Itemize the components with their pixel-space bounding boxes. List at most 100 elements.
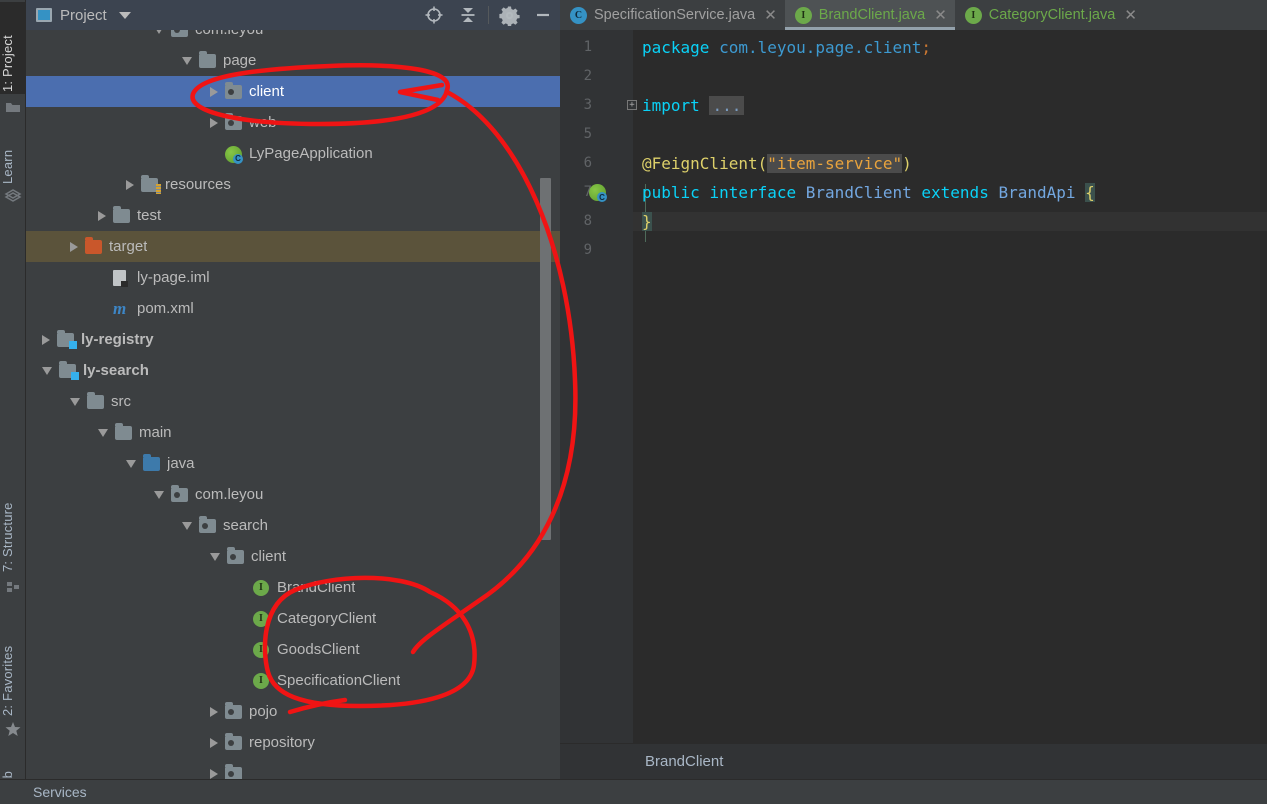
module-icon — [57, 329, 77, 349]
code-editor[interactable]: 1 2 3 5 6 7 8 9 + package com.leyou.page… — [560, 30, 1267, 743]
gear-icon[interactable] — [492, 0, 526, 30]
tree-row-label: LyPageApplication — [249, 145, 373, 162]
editor-gutter[interactable]: 1 2 3 5 6 7 8 9 + — [560, 30, 637, 743]
tree-row-label: com.leyou — [195, 30, 263, 38]
chevron-down-icon[interactable] — [118, 11, 131, 19]
minimize-icon[interactable] — [526, 0, 560, 30]
keyword-extends: extends — [921, 183, 989, 202]
tree-row-test[interactable]: test — [26, 200, 560, 231]
chevron-down-icon[interactable] — [70, 397, 80, 406]
folder-icon — [113, 205, 131, 224]
chevron-right-icon[interactable] — [98, 210, 106, 221]
tree-row-ly-page-iml[interactable]: ly-page.iml — [26, 262, 560, 293]
status-bar: Services — [0, 779, 1267, 804]
spring-bean-icon[interactable] — [589, 184, 607, 202]
line-number: 5 — [583, 126, 592, 142]
chevron-right-icon[interactable] — [70, 241, 78, 252]
tree-row-categoryclient[interactable]: I CategoryClient — [26, 603, 560, 634]
project-tree-scrollbar[interactable] — [540, 178, 551, 540]
tree-row-pojo[interactable]: pojo — [26, 696, 560, 727]
tree-row-src[interactable]: src — [26, 386, 560, 417]
package-icon — [227, 546, 245, 565]
tree-row-label: search — [223, 517, 269, 534]
close-icon[interactable]: ✕ — [1124, 8, 1137, 23]
chevron-right-icon[interactable] — [42, 334, 50, 345]
sidebar-item-label: 2: Favorites — [0, 645, 15, 716]
breadcrumb[interactable]: BrandClient — [645, 753, 723, 770]
editor-area: C SpecificationService.java ✕ I BrandClient.… — [560, 0, 1267, 779]
tree-row-resources[interactable]: resources — [26, 169, 560, 200]
tree-row-goodsclient[interactable]: I GoodsClient — [26, 634, 560, 665]
project-window-icon — [36, 8, 52, 22]
tree-row-pom-xml[interactable]: m pom.xml — [26, 293, 560, 324]
tree-row-java[interactable]: java — [26, 448, 560, 479]
package-icon — [171, 484, 189, 503]
editor-tab-label: SpecificationService.java — [594, 7, 756, 23]
code-line-6: @FeignClient)("item-service") — [642, 154, 912, 173]
tree-row-com-leyou[interactable]: com.leyou — [26, 30, 560, 45]
semicolon: ; — [921, 38, 932, 57]
sidebar-item-label: 1: Project — [0, 35, 15, 92]
chevron-down-icon[interactable] — [154, 490, 164, 499]
chevron-right-icon[interactable] — [210, 117, 218, 128]
tree-row-client[interactable]: client — [26, 541, 560, 572]
editor-tab-brandclient[interactable]: I BrandClient.java ✕ — [784, 0, 955, 30]
sidebar-item-learn[interactable]: Learn — [0, 128, 26, 186]
iml-file-icon — [113, 269, 131, 287]
chevron-down-icon[interactable] — [154, 30, 164, 34]
code-content[interactable]: package com.leyou.page.client; import ..… — [633, 30, 1267, 743]
sidebar-item-favorites[interactable]: 2: Favorites — [0, 600, 26, 718]
tree-row-specificationclient[interactable]: I SpecificationClient — [26, 665, 560, 696]
editor-tab-categoryclient[interactable]: I CategoryClient.java ✕ — [955, 0, 1145, 30]
tree-row-search[interactable]: search — [26, 510, 560, 541]
editor-tab-specificationservice[interactable]: C SpecificationService.java ✕ — [560, 0, 785, 30]
chevron-down-icon[interactable] — [42, 366, 52, 375]
chevron-down-icon[interactable] — [182, 521, 192, 530]
tree-row-lypageapplication[interactable]: LyPageApplication — [26, 138, 560, 169]
chevron-right-icon[interactable] — [210, 86, 218, 97]
spring-application-icon — [225, 145, 243, 164]
tree-row-brandclient[interactable]: I BrandClient — [26, 572, 560, 603]
tree-row-ly-registry[interactable]: ly-registry — [26, 324, 560, 355]
chevron-right-icon[interactable] — [210, 737, 218, 748]
close-icon[interactable]: ✕ — [764, 8, 777, 23]
chevron-down-icon[interactable] — [126, 459, 136, 468]
chevron-right-icon[interactable] — [210, 768, 218, 779]
code-line-3: import ... — [642, 96, 745, 115]
services-tab-label[interactable]: Services — [33, 784, 87, 800]
tree-row-label: GoodsClient — [277, 641, 360, 658]
chevron-down-icon[interactable] — [98, 428, 108, 437]
tree-row-page[interactable]: page — [26, 45, 560, 76]
tree-row-label: java — [167, 455, 195, 472]
sidebar-item-label: 7: Structure — [0, 502, 15, 572]
chevron-right-icon[interactable] — [210, 706, 218, 717]
editor-tab-bar: C SpecificationService.java ✕ I BrandClient.… — [560, 0, 1267, 30]
resources-folder-icon — [141, 174, 161, 194]
tree-row-ly-search[interactable]: ly-search — [26, 355, 560, 386]
tree-row-clipped-24[interactable] — [26, 758, 560, 779]
chevron-right-icon[interactable] — [126, 179, 134, 190]
editor-tab-label: CategoryClient.java — [988, 7, 1116, 23]
left-tool-window-strip: 1: Project Learn 7: Structure 2: Favorit… — [0, 0, 26, 804]
project-tree[interactable]: com.leyou page client web LyPageApplication r… — [26, 30, 560, 779]
tree-row-label: com.leyou — [195, 486, 264, 503]
tree-row-main[interactable]: main — [26, 417, 560, 448]
tree-row-com-leyou[interactable]: com.leyou — [26, 479, 560, 510]
chevron-down-icon[interactable] — [210, 552, 220, 561]
sidebar-item-structure[interactable]: 7: Structure — [0, 460, 26, 574]
package-icon — [225, 112, 243, 131]
tree-row-target[interactable]: target — [26, 231, 560, 262]
tree-row-web[interactable]: web — [26, 107, 560, 138]
interface-icon: I — [253, 610, 271, 627]
locate-in-tree-icon[interactable] — [417, 0, 451, 30]
tree-row-label: src — [111, 393, 131, 410]
tree-row-repository[interactable]: repository — [26, 727, 560, 758]
chevron-down-icon[interactable] — [182, 56, 192, 65]
close-icon[interactable]: ✕ — [934, 8, 947, 23]
tree-row-client[interactable]: client — [26, 76, 560, 107]
collapse-all-icon[interactable] — [451, 0, 485, 30]
sidebar-item-project[interactable]: 1: Project — [0, 2, 26, 94]
project-panel-toolbar — [417, 0, 560, 30]
folded-imports[interactable]: ... — [709, 96, 745, 115]
structure-icon — [4, 578, 22, 596]
